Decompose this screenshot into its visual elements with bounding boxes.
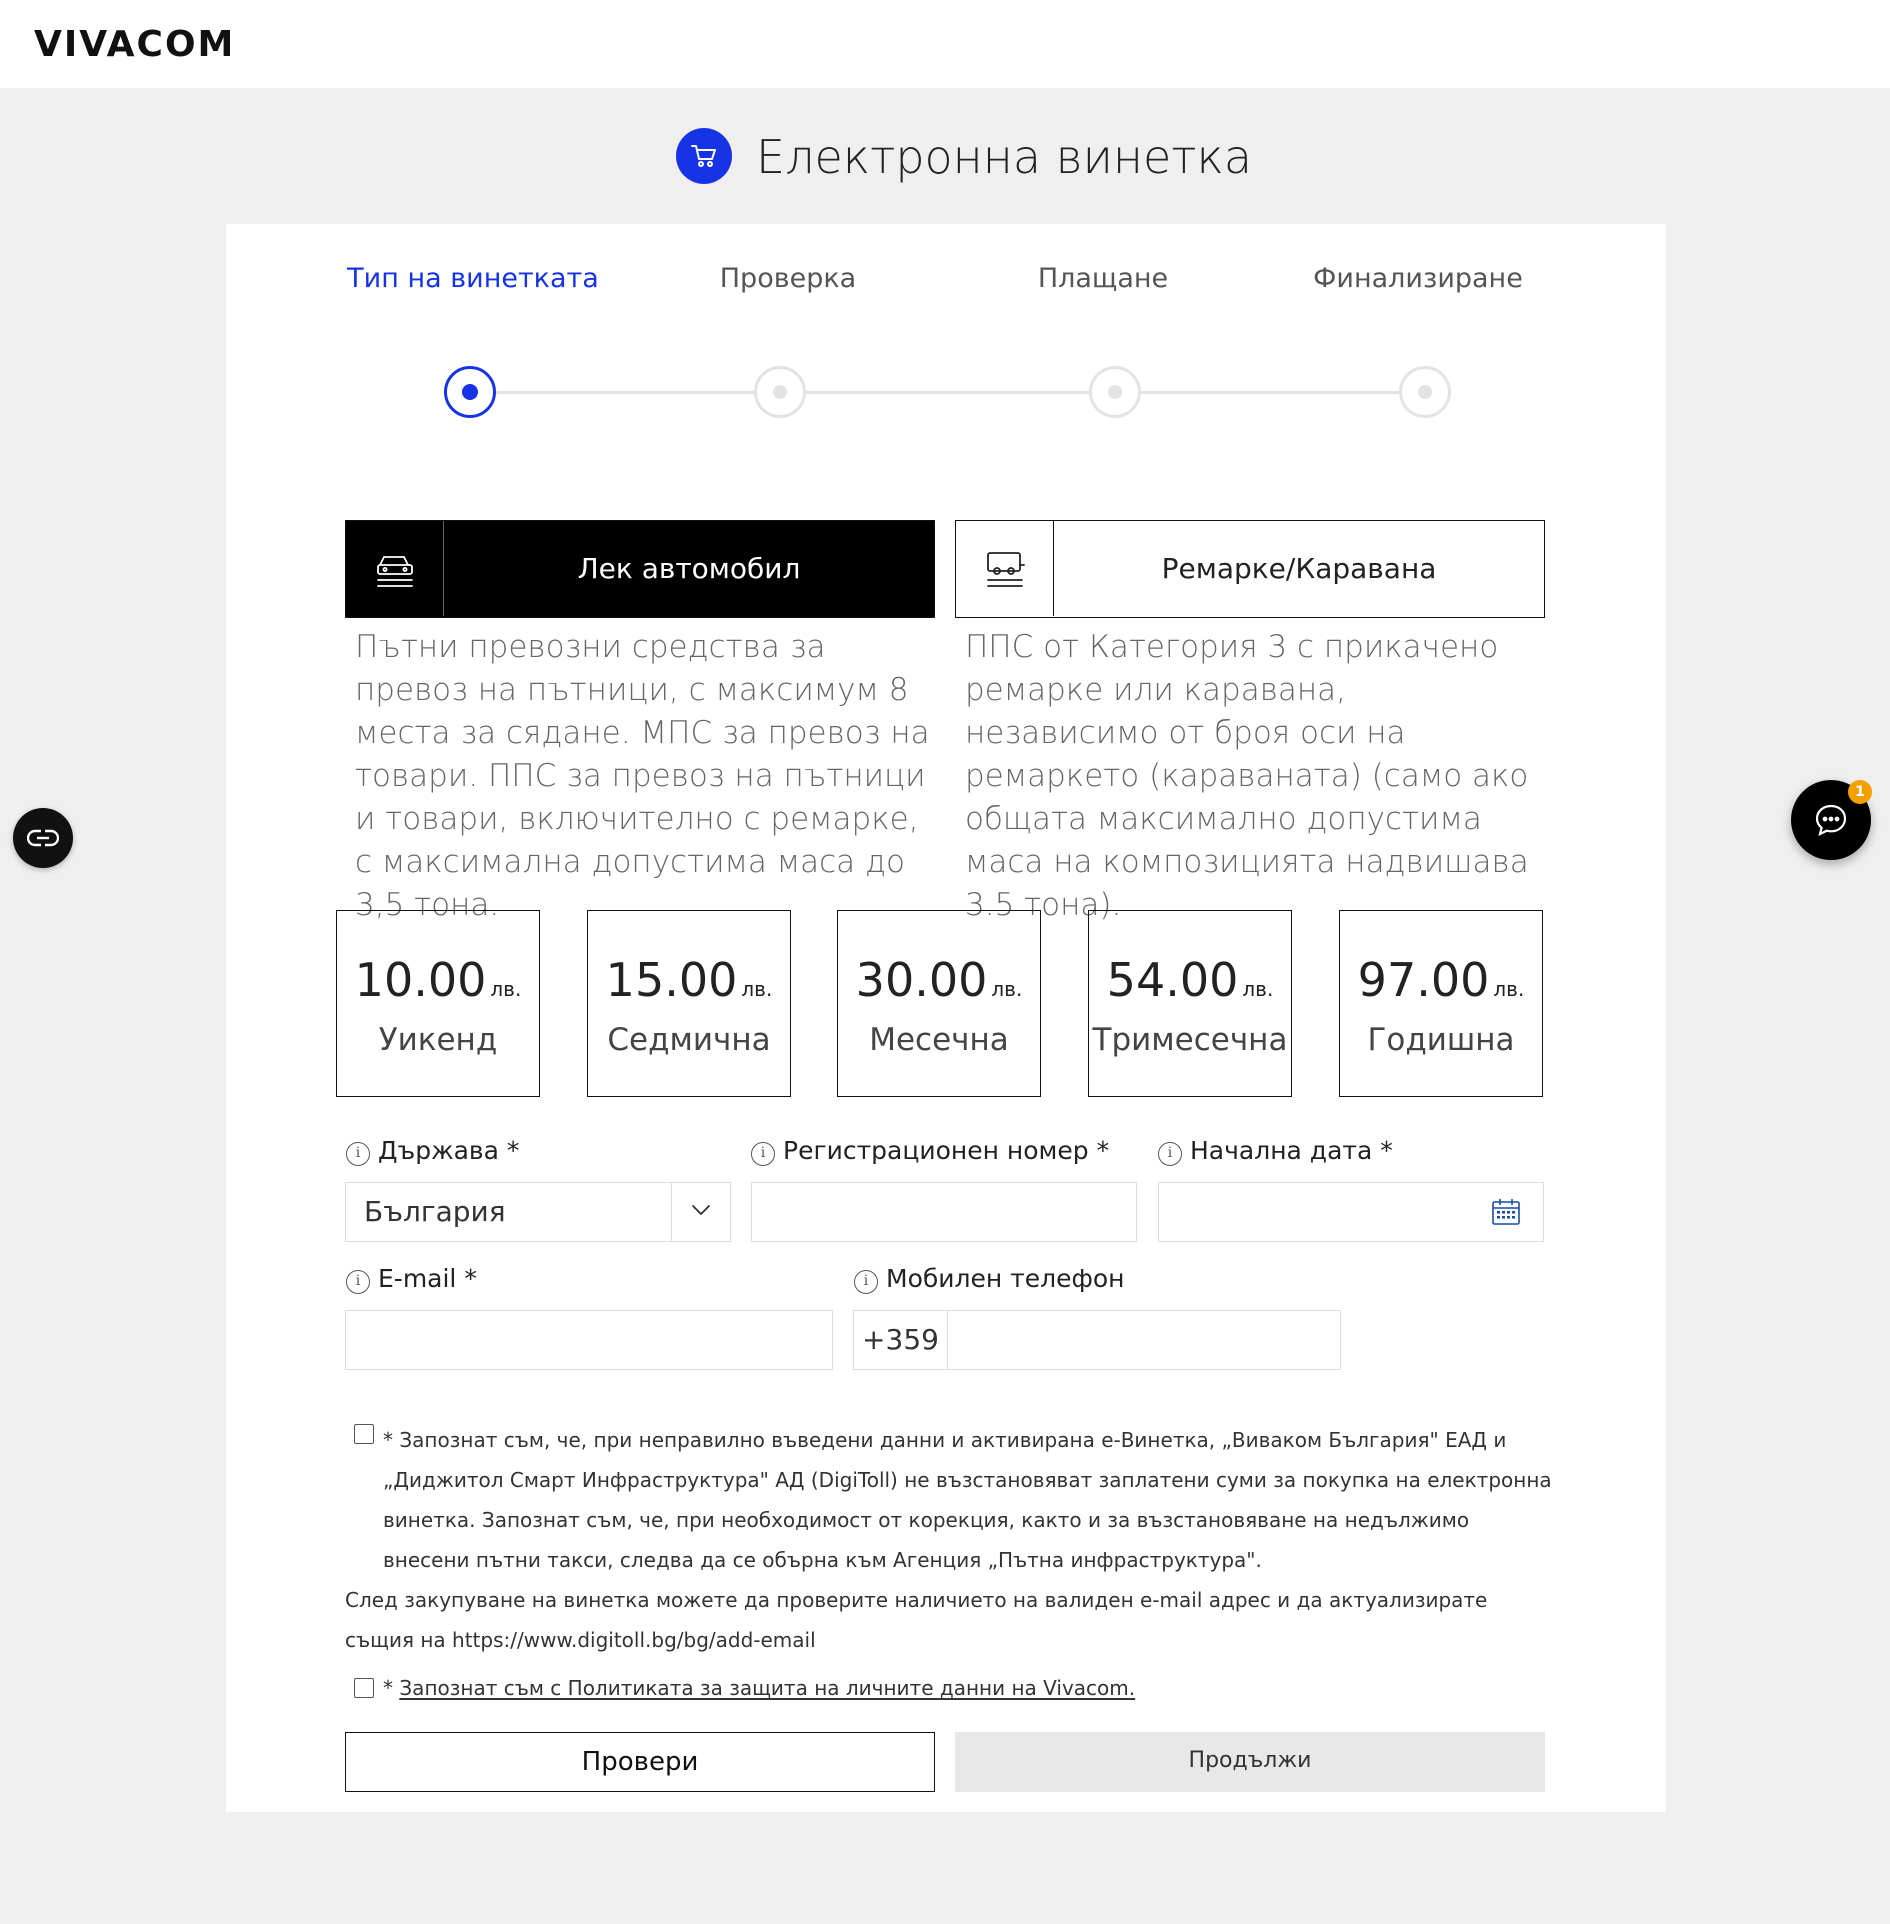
privacy-policy-link[interactable]: Запознат съм с Политиката за защита на л… <box>399 1676 1135 1700</box>
vehicle-type-trailer-label: Ремарке/Каравана <box>1161 552 1437 585</box>
price-option-monthly[interactable]: 30.00 лв. Месечна <box>837 910 1041 1097</box>
country-label: i Държава * <box>346 1136 519 1166</box>
chat-notification-badge: 1 <box>1848 780 1872 804</box>
email-label: i E-mail * <box>346 1264 477 1294</box>
price-amount: 97.00 <box>1357 953 1490 1007</box>
trailer-icon <box>956 521 1054 616</box>
price-option-yearly[interactable]: 97.00 лв. Годишна <box>1339 910 1543 1097</box>
step-connector <box>496 391 754 394</box>
privacy-consent: * Запознат съм с Политиката за защита на… <box>383 1676 1136 1700</box>
registration-label: i Регистрационен номер * <box>751 1136 1109 1166</box>
price-label: Уикенд <box>378 1022 498 1058</box>
page-title: Електронна винетка <box>756 130 1253 184</box>
price-label: Годишна <box>1367 1022 1515 1058</box>
price-currency: лв. <box>1242 977 1274 1001</box>
car-icon <box>346 521 444 616</box>
phone-prefix: +359 <box>854 1311 948 1369</box>
info-icon[interactable]: i <box>346 1270 370 1294</box>
registration-input[interactable] <box>751 1182 1137 1242</box>
step-label-finalize: Финализиране <box>1313 263 1523 294</box>
chevron-down-icon <box>692 1205 710 1215</box>
price-amount: 30.00 <box>855 953 988 1007</box>
continue-button[interactable]: Продължи <box>955 1732 1545 1792</box>
check-button[interactable]: Провери <box>345 1732 935 1792</box>
email-update-text: След закупуване на винетка можете да про… <box>345 1588 1488 1652</box>
svg-text:VIVACOM: VIVACOM <box>34 24 235 62</box>
price-option-weekend[interactable]: 10.00 лв. Уикенд <box>336 910 540 1097</box>
step-dot-check <box>754 366 806 418</box>
price-option-weekly[interactable]: 15.00 лв. Седмична <box>587 910 791 1097</box>
link-icon <box>27 829 59 847</box>
step-connector <box>806 391 1089 394</box>
terms-text: * Запознат съм, че, при неправилно въвед… <box>345 1420 1555 1660</box>
calendar-icon[interactable] <box>1491 1197 1521 1227</box>
vehicle-type-trailer-description: ППС от Категория 3 с прикачено ремарке и… <box>965 629 1529 923</box>
country-select-value: България <box>364 1195 506 1228</box>
info-icon[interactable]: i <box>854 1270 878 1294</box>
info-icon[interactable]: i <box>1158 1142 1182 1166</box>
price-amount: 54.00 <box>1106 953 1239 1007</box>
chat-icon <box>1815 804 1847 837</box>
price-label: Седмична <box>607 1022 771 1058</box>
price-currency: лв. <box>741 977 773 1001</box>
price-currency: лв. <box>991 977 1023 1001</box>
vehicle-type-car[interactable]: Лек автомобил <box>345 520 935 618</box>
side-link-button[interactable] <box>13 808 73 868</box>
phone-label: i Мобилен телефон <box>854 1264 1125 1294</box>
country-select[interactable]: България <box>345 1182 731 1242</box>
price-currency: лв. <box>490 977 522 1001</box>
vehicle-type-car-description: Пътни превозни средства за превоз на път… <box>355 629 930 923</box>
email-input[interactable] <box>345 1310 833 1370</box>
start-date-label: i Начална дата * <box>1158 1136 1393 1166</box>
step-dot-finalize <box>1399 366 1451 418</box>
step-connector <box>1141 391 1399 394</box>
price-option-quarterly[interactable]: 54.00 лв. Тримесечна <box>1088 910 1292 1097</box>
step-dot-payment <box>1089 366 1141 418</box>
price-label: Месечна <box>869 1022 1009 1058</box>
price-currency: лв. <box>1493 977 1525 1001</box>
info-icon[interactable]: i <box>751 1142 775 1166</box>
vehicle-type-car-label: Лек автомобил <box>577 552 801 585</box>
info-icon[interactable]: i <box>346 1142 370 1166</box>
step-dot-type[interactable] <box>444 366 496 418</box>
phone-input[interactable]: +359 <box>853 1310 1341 1370</box>
price-amount: 10.00 <box>354 953 487 1007</box>
cart-icon <box>676 128 732 184</box>
page-header: Електронна винетка <box>0 126 1890 190</box>
price-label: Тримесечна <box>1092 1022 1288 1058</box>
vignette-card: Тип на винетката Проверка Плащане Финали… <box>226 224 1666 1812</box>
vehicle-type-trailer[interactable]: Ремарке/Каравана <box>955 520 1545 618</box>
step-label-payment: Плащане <box>1037 263 1169 294</box>
price-amount: 15.00 <box>605 953 738 1007</box>
vivacom-logo[interactable]: VIVACOM <box>34 22 294 65</box>
top-bar: VIVACOM <box>0 0 1890 88</box>
step-label-check: Проверка <box>719 263 857 294</box>
privacy-checkbox[interactable] <box>354 1678 374 1698</box>
step-label-type[interactable]: Тип на винетката <box>343 264 603 294</box>
start-date-input[interactable] <box>1158 1182 1544 1242</box>
